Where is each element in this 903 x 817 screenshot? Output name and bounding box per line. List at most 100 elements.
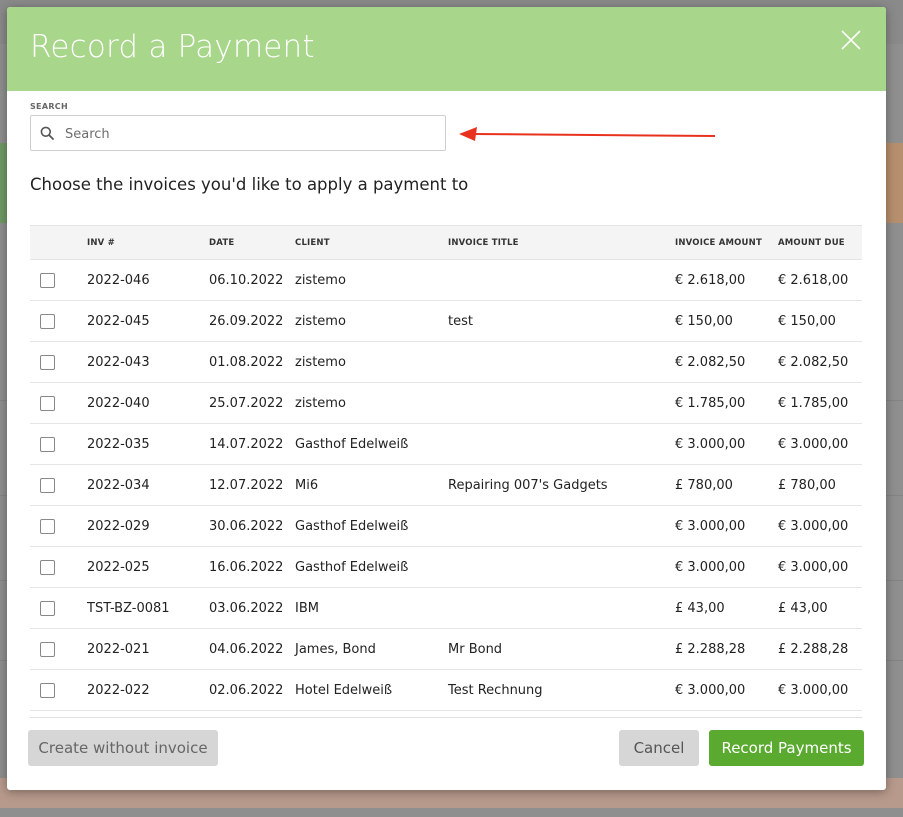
cell-invoice-amount: € 3.000,00	[675, 436, 746, 452]
cell-inv: 2022-029	[87, 518, 150, 534]
cell-date: 30.06.2022	[209, 518, 284, 534]
table-row[interactable]: 2022-021 04.06.2022 James, Bond Mr Bond £ 2.…	[30, 629, 862, 670]
cell-date: 04.06.2022	[209, 641, 284, 657]
table-row[interactable]: 2022-046 06.10.2022 zistemo € 2.618,00 € 2.6…	[30, 260, 862, 301]
cell-client: zistemo	[295, 272, 346, 288]
row-checkbox[interactable]	[40, 272, 55, 288]
cell-invoice-title	[448, 342, 675, 383]
row-checkbox[interactable]	[40, 559, 55, 575]
cell-inv: 2022-046	[87, 272, 150, 288]
cell-inv: TST-BZ-0081	[87, 600, 170, 616]
table-row[interactable]: 2022-040 25.07.2022 zistemo € 1.785,00 € 1.7…	[30, 383, 862, 424]
table-row[interactable]: 2022-034 12.07.2022 Mi6 Repairing 007's Gad…	[30, 465, 862, 506]
cell-inv: 2022-034	[87, 477, 150, 493]
row-checkbox[interactable]	[40, 354, 55, 370]
cell-inv: 2022-043	[87, 354, 150, 370]
cell-date: 01.08.2022	[209, 354, 284, 370]
cell-invoice-title	[448, 424, 675, 465]
cell-client: Gasthof Edelweiß	[295, 436, 409, 452]
cell-invoice-title	[448, 383, 675, 424]
cell-amount-due: € 3.000,00	[778, 682, 849, 698]
table-row[interactable]: 2022-029 30.06.2022 Gasthof Edelweiß € 3.00…	[30, 506, 862, 547]
cell-amount-due: £ 2.288,28	[778, 641, 849, 657]
cell-invoice-amount: € 2.618,00	[675, 272, 746, 288]
row-select-cell	[30, 342, 87, 383]
table-row[interactable]: TST-BZ-0081 03.06.2022 IBM £ 43,00 £ 43,00	[30, 588, 862, 629]
modal-header: Record a Payment	[7, 7, 886, 91]
modal-subtitle: Choose the invoices you'd like to apply …	[30, 175, 469, 194]
cell-inv: 2022-035	[87, 436, 150, 452]
table-header-row: INV # DATE CLIENT INVOICE TITLE INVOICE …	[30, 225, 862, 260]
close-icon[interactable]	[840, 29, 862, 51]
table-row[interactable]: 2022-045 26.09.2022 zistemo test € 150,00 € 1…	[30, 301, 862, 342]
row-select-cell	[30, 260, 87, 301]
background-orange-band	[883, 143, 903, 223]
cell-invoice-amount: € 3.000,00	[675, 518, 746, 534]
cell-date: 14.07.2022	[209, 436, 284, 452]
cell-date: 16.06.2022	[209, 559, 284, 575]
cell-client: Gasthof Edelweiß	[295, 518, 409, 534]
cell-amount-due: € 1.785,00	[778, 395, 849, 411]
cell-invoice-amount: € 2.082,50	[675, 354, 746, 370]
cell-invoice-amount: € 1.785,00	[675, 395, 746, 411]
cell-amount-due: € 150,00	[778, 313, 836, 329]
invoice-table: INV # DATE CLIENT INVOICE TITLE INVOICE …	[30, 225, 862, 711]
row-checkbox[interactable]	[40, 600, 55, 616]
cell-invoice-title	[448, 547, 675, 588]
record-payments-button[interactable]: Record Payments	[709, 730, 864, 766]
table-row[interactable]: 2022-025 16.06.2022 Gasthof Edelweiß € 3.00…	[30, 547, 862, 588]
cell-inv: 2022-040	[87, 395, 150, 411]
cell-invoice-amount: € 150,00	[675, 313, 733, 329]
footer-divider	[30, 717, 862, 718]
row-checkbox[interactable]	[40, 518, 55, 534]
cell-amount-due: £ 43,00	[778, 600, 828, 616]
cell-amount-due: £ 780,00	[778, 477, 836, 493]
row-select-cell	[30, 383, 87, 424]
cell-invoice-amount: € 3.000,00	[675, 559, 746, 575]
cell-client: Mi6	[295, 477, 319, 493]
cancel-button[interactable]: Cancel	[619, 730, 699, 766]
header-amount-due: AMOUNT DUE	[778, 237, 845, 248]
row-checkbox[interactable]	[40, 436, 55, 452]
table-row[interactable]: 2022-035 14.07.2022 Gasthof Edelweiß € 3.00…	[30, 424, 862, 465]
cell-inv: 2022-045	[87, 313, 150, 329]
annotation-arrow	[459, 127, 716, 141]
cell-invoice-title	[448, 506, 675, 547]
header-invoice-amount: INVOICE AMOUNT	[675, 237, 762, 248]
cell-invoice-title: Mr Bond	[448, 641, 503, 657]
row-checkbox[interactable]	[40, 313, 55, 329]
record-payment-modal: Record a Payment SEARCH Choose the invoi…	[7, 7, 886, 790]
table-row[interactable]: 2022-022 02.06.2022 Hotel Edelweiß Test Rec…	[30, 670, 862, 711]
cell-client: James, Bond	[295, 641, 376, 657]
cell-amount-due: € 3.000,00	[778, 518, 849, 534]
cell-inv: 2022-021	[87, 641, 150, 657]
cell-date: 26.09.2022	[209, 313, 284, 329]
create-without-invoice-button[interactable]: Create without invoice	[28, 730, 218, 766]
cell-date: 02.06.2022	[209, 682, 284, 698]
cell-inv: 2022-022	[87, 682, 150, 698]
cell-client: zistemo	[295, 354, 346, 370]
cell-date: 03.06.2022	[209, 600, 284, 616]
cell-client: zistemo	[295, 313, 346, 329]
table-row[interactable]: 2022-043 01.08.2022 zistemo € 2.082,50 € 2.0…	[30, 342, 862, 383]
row-select-cell	[30, 629, 87, 670]
row-checkbox[interactable]	[40, 641, 55, 657]
search-input[interactable]	[63, 116, 437, 152]
row-checkbox[interactable]	[40, 395, 55, 411]
row-select-cell	[30, 301, 87, 342]
row-checkbox[interactable]	[40, 477, 55, 493]
row-checkbox[interactable]	[40, 682, 55, 698]
row-select-cell	[30, 465, 87, 506]
cell-invoice-amount: £ 2.288,28	[675, 641, 746, 657]
cell-client: Hotel Edelweiß	[295, 682, 393, 698]
cell-date: 06.10.2022	[209, 272, 284, 288]
cell-amount-due: € 2.618,00	[778, 272, 849, 288]
cell-invoice-amount: £ 43,00	[675, 600, 725, 616]
search-icon	[40, 126, 54, 140]
search-field[interactable]	[30, 115, 446, 152]
modal-title: Record a Payment	[30, 29, 315, 65]
cell-date: 12.07.2022	[209, 477, 284, 493]
cell-client: zistemo	[295, 395, 346, 411]
cell-invoice-title	[448, 260, 675, 301]
cell-client: IBM	[295, 600, 319, 616]
